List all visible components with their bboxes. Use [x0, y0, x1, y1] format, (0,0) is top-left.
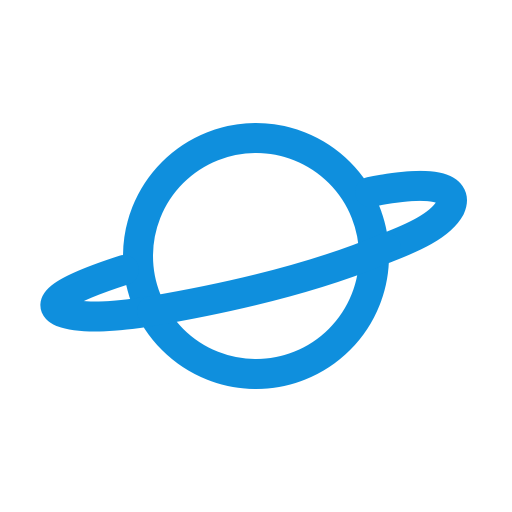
planet-icon — [40, 123, 467, 389]
icon-canvas — [0, 0, 512, 512]
